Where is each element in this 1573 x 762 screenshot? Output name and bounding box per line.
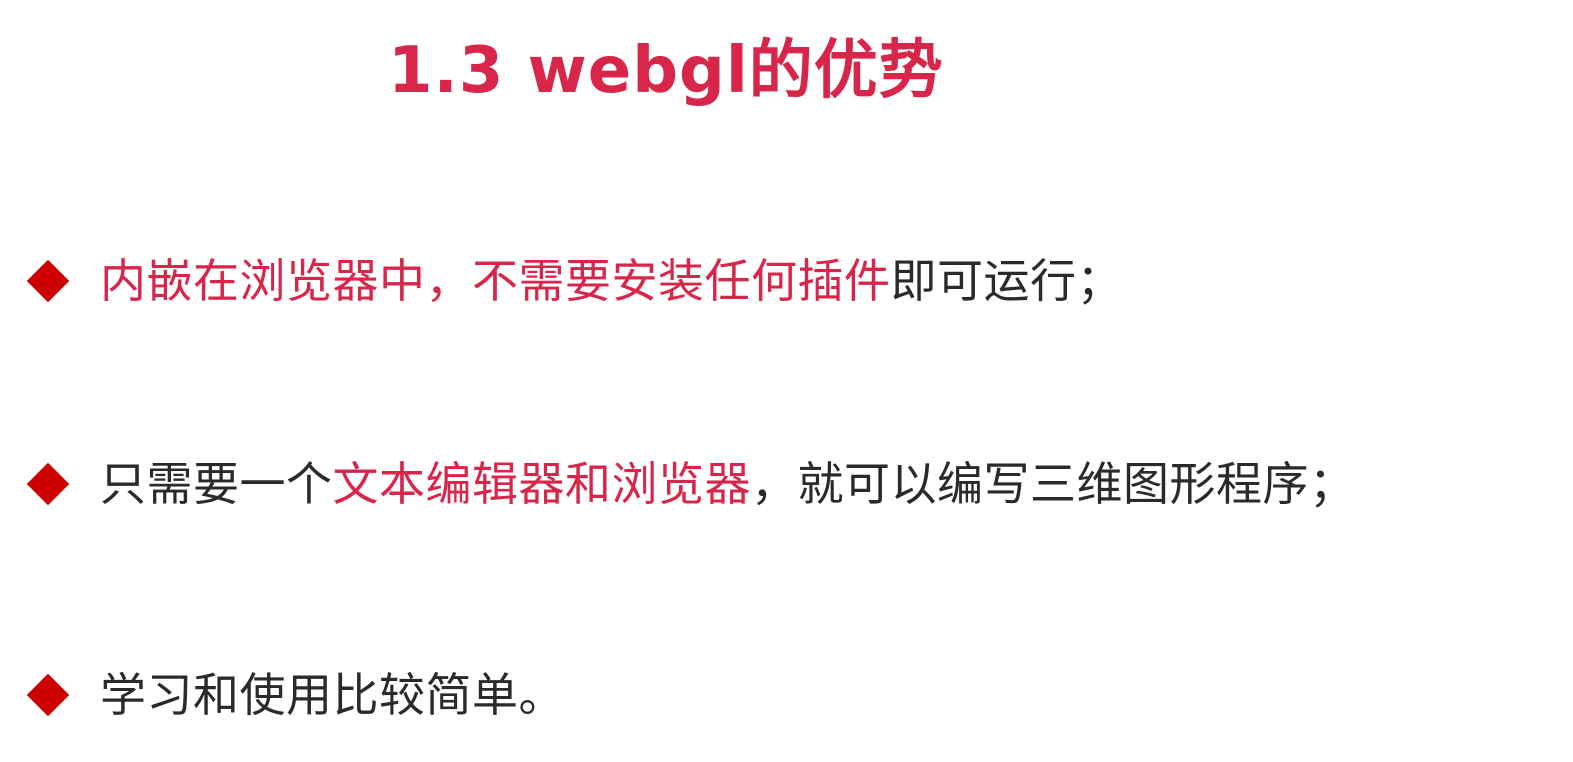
diamond-bullet-icon xyxy=(26,673,70,717)
text-segment: 文本编辑器和浏览器 xyxy=(332,457,751,511)
bullet-text: 学习和使用比较简单。 xyxy=(100,660,565,730)
bullet-text: 只需要一个文本编辑器和浏览器，就可以编写三维图形程序； xyxy=(100,449,1356,519)
bullet-item: 内嵌在浏览器中，不需要安装任何插件即可运行； xyxy=(26,246,1123,316)
diamond-bullet-icon xyxy=(26,462,70,506)
slide: 1.3 webgl的优势 内嵌在浏览器中，不需要安装任何插件即可运行； 只需要一… xyxy=(0,0,1573,762)
bullet-item: 只需要一个文本编辑器和浏览器，就可以编写三维图形程序； xyxy=(26,449,1356,519)
slide-title: 1.3 webgl的优势 xyxy=(388,34,944,108)
text-segment: 内嵌在浏览器中，不需要安装任何插件 xyxy=(100,254,891,308)
diamond-bullet-icon xyxy=(26,259,70,303)
text-segment: 只需要一个 xyxy=(100,457,333,511)
text-segment: 学习和使用比较简单。 xyxy=(100,668,565,722)
bullet-item: 学习和使用比较简单。 xyxy=(26,660,565,730)
bullet-text: 内嵌在浏览器中，不需要安装任何插件即可运行； xyxy=(100,246,1123,316)
text-segment: ，就可以编写三维图形程序； xyxy=(751,457,1356,511)
text-segment: 即可运行； xyxy=(890,254,1123,308)
